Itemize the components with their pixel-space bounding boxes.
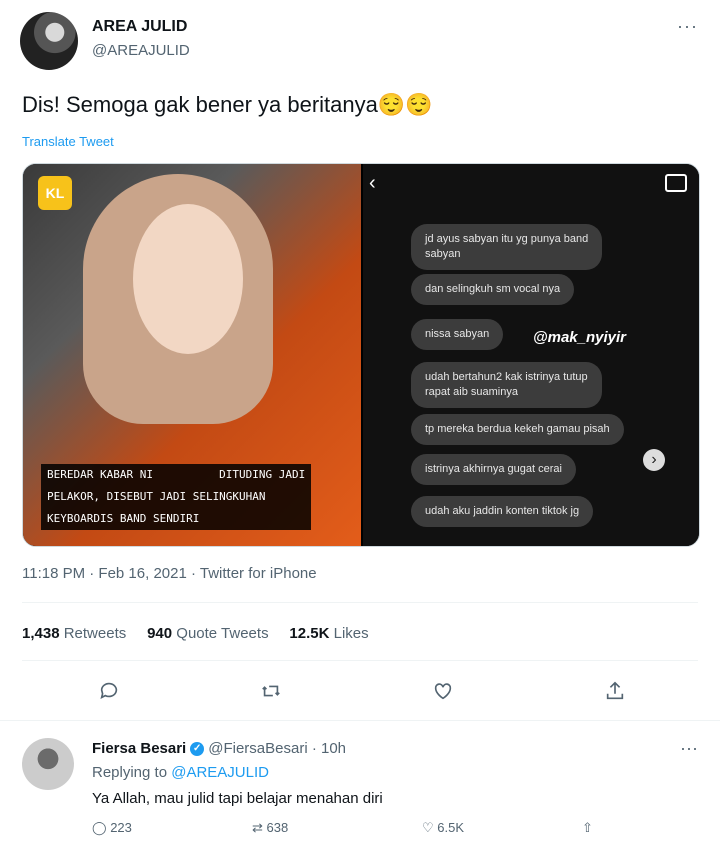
share-icon[interactable] [602, 680, 628, 706]
like-count: 6.5K [437, 820, 465, 835]
news-caption: BEREDAR KABAR NI DITUDING JADI PELAKOR, … [41, 464, 312, 530]
likes-label[interactable]: Likes [329, 625, 369, 642]
verified-icon: ✓ [190, 742, 205, 757]
chat-bubble: istrinya akhirnya gugat cerai [411, 454, 576, 485]
retweet-icon[interactable] [258, 680, 284, 706]
reply-text: Ya Allah, mau julid tapi belajar menahan… [92, 790, 383, 807]
translate-link[interactable]: Translate Tweet [22, 134, 114, 149]
divider [22, 602, 698, 603]
chat-bubble: udah bertahun2 kak istrinya tutup rapat … [411, 362, 602, 408]
quote-label[interactable]: Quote Tweets [172, 625, 268, 642]
retweets-label[interactable]: Retweets [60, 625, 127, 642]
reply-button[interactable]: ◯ 223 [92, 820, 132, 836]
reply-handle[interactable]: @FiersaBesari · 10h [208, 740, 346, 757]
quote-count[interactable]: 940 [147, 625, 172, 642]
tweet-media[interactable]: KL BEREDAR KABAR NI DITUDING JADI PELAKO… [22, 163, 700, 547]
chat-bubble: dan selingkuh sm vocal nya [411, 274, 575, 305]
chat-screenshot[interactable]: ‹ jd ayus sabyan itu yg punya band sabya… [363, 164, 699, 546]
more-icon[interactable]: ··· [680, 738, 698, 759]
chat-bubble: nissa sabyan [411, 319, 504, 350]
like-icon: ♡ [422, 820, 434, 835]
reply-icon[interactable] [96, 680, 122, 706]
share-icon: ⇧ [582, 820, 593, 835]
replying-prefix: Replying to [92, 764, 172, 781]
reply-author: Fiersa Besari ✓ @FiersaBesari · 10h [92, 740, 346, 757]
avatar[interactable] [22, 738, 74, 790]
author-name[interactable]: AREA JULID [92, 18, 187, 36]
chat-bubble: jd ayus sabyan itu yg punya band sabyan [411, 224, 603, 270]
reply-tweet[interactable]: Fiersa Besari ✓ @FiersaBesari · 10h ··· Re… [0, 720, 720, 851]
retweet-button[interactable]: ⇄ 638 [252, 820, 288, 836]
reply-author-name[interactable]: Fiersa Besari [92, 740, 186, 757]
likes-count[interactable]: 12.5K [289, 625, 329, 642]
avatar[interactable] [20, 12, 78, 70]
kl-logo: KL [38, 176, 72, 210]
chevron-right-icon[interactable]: › [643, 449, 665, 471]
retweet-icon: ⇄ [252, 820, 263, 835]
reply-count: 223 [110, 820, 132, 835]
retweets-count[interactable]: 1,438 [22, 625, 60, 642]
video-icon [665, 174, 687, 192]
watermark: @mak_nyiyir [533, 329, 627, 346]
tweet-timestamp[interactable]: 11:18 PM · Feb 16, 2021 · Twitter for iP… [22, 565, 317, 582]
author-handle[interactable]: @AREAJULID [92, 42, 190, 59]
face-shape [133, 204, 243, 354]
tweet-text: Dis! Semoga gak bener ya beritanya😌😌 [22, 92, 433, 117]
retweet-count: 638 [266, 820, 289, 835]
divider [22, 660, 698, 661]
replying-to: Replying to @AREAJULID [92, 764, 269, 781]
more-icon[interactable]: ··· [677, 16, 698, 37]
chat-bubble: tp mereka berdua kekeh gamau pisah [411, 414, 624, 445]
back-icon: ‹ [369, 172, 376, 194]
like-button[interactable]: ♡ 6.5K [422, 820, 464, 836]
replying-to-link[interactable]: @AREAJULID [171, 764, 269, 781]
like-icon[interactable] [430, 680, 456, 706]
chat-bubble: udah aku jaddin konten tiktok jg [411, 496, 594, 527]
reply-icon: ◯ [92, 820, 107, 835]
share-button[interactable]: ⇧ [582, 820, 593, 836]
tweet-stats: 1,438 Retweets 940 Quote Tweets 12.5K Li… [22, 625, 369, 642]
tweet-actions [22, 680, 698, 710]
news-image[interactable]: KL BEREDAR KABAR NI DITUDING JADI PELAKO… [23, 164, 361, 546]
